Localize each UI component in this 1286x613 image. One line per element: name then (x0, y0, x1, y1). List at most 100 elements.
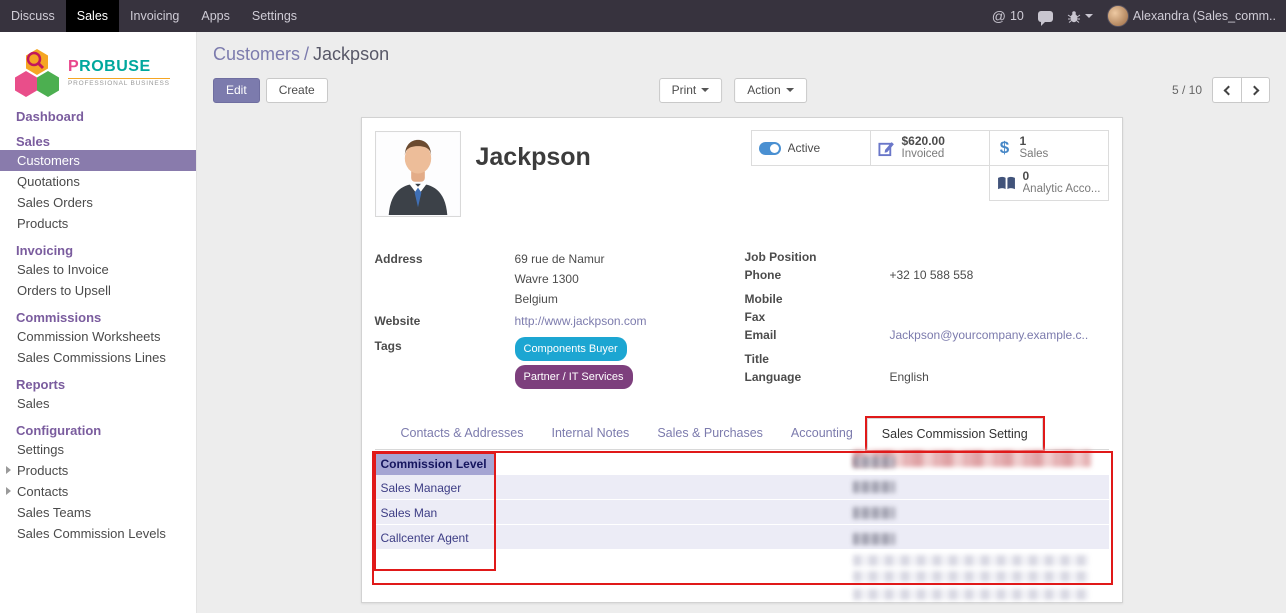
field-phone: Phone +32 10 588 558 (745, 267, 1109, 284)
customer-photo[interactable] (375, 131, 461, 217)
sidebar-item-sales-commission-levels[interactable]: Sales Commission Levels (0, 523, 196, 544)
tab-sales-commission-setting[interactable]: Sales Commission Setting (867, 418, 1043, 450)
expand-arrow-icon (6, 487, 11, 495)
field-website: Website http://www.jackpson.com (375, 311, 745, 331)
table-row-sales-man[interactable]: Sales Man (375, 500, 1109, 525)
bug-icon (1067, 10, 1081, 23)
sidebar-item-config-products[interactable]: Products (0, 460, 196, 481)
sidebar-item-commission-worksheets[interactable]: Commission Worksheets (0, 326, 196, 347)
address-line: Wavre 1300 (515, 269, 605, 289)
sidebar-header-sales[interactable]: Sales (0, 133, 196, 150)
redacted-cell (853, 481, 895, 493)
main-content: Customers/Jackpson Edit Create Print Act… (197, 32, 1286, 613)
tab-sales-purchases[interactable]: Sales & Purchases (643, 418, 777, 449)
redacted-cell (853, 507, 895, 519)
sidebar: PROBUSE PROFESSIONAL BUSINESS Dashboard … (0, 32, 197, 613)
phone-value: +32 10 588 558 (890, 267, 974, 284)
sidebar-header-invoicing[interactable]: Invoicing (0, 242, 196, 259)
stat-value: 0 (1023, 169, 1101, 183)
topbar-right-cluster: @ 10 Alexandra (Sales_comm.. (992, 0, 1286, 32)
sidebar-item-sales-commissions-lines[interactable]: Sales Commissions Lines (0, 347, 196, 368)
sidebar-item-products[interactable]: Products (0, 213, 196, 234)
job-position-label: Job Position (745, 249, 890, 266)
sidebar-item-settings[interactable]: Settings (0, 439, 196, 460)
sidebar-nav: Dashboard Sales Customers Quotations Sal… (0, 108, 196, 544)
sidebar-header-dashboard[interactable]: Dashboard (0, 108, 196, 125)
activities-menu[interactable]: @ 10 (992, 8, 1024, 24)
debug-menu[interactable] (1067, 10, 1093, 23)
pager: 5 / 10 (1172, 77, 1270, 103)
app-logo[interactable]: PROBUSE PROFESSIONAL BUSINESS (14, 46, 186, 98)
stat-label: Invoiced (902, 148, 945, 162)
sidebar-item-config-contacts[interactable]: Contacts (0, 481, 196, 502)
website-label: Website (375, 311, 515, 331)
stat-button-sales[interactable]: $ 1 Sales (989, 130, 1109, 166)
sidebar-header-commissions[interactable]: Commissions (0, 309, 196, 326)
form-fields: Address 69 rue de Namur Wavre 1300 Belgi… (375, 249, 1109, 394)
messages-menu[interactable] (1038, 11, 1053, 22)
sidebar-item-label: Contacts (17, 484, 68, 499)
button-row: Edit Create Print Action 5 / 10 (213, 77, 1270, 103)
user-name: Alexandra (Sales_comm.. (1133, 9, 1276, 23)
user-menu[interactable]: Alexandra (Sales_comm.. (1107, 5, 1276, 27)
person-avatar-icon (377, 133, 459, 215)
redacted-cell (853, 456, 895, 468)
breadcrumb: Customers/Jackpson (213, 44, 1270, 65)
edit-button[interactable]: Edit (213, 78, 260, 103)
stat-button-invoiced[interactable]: $620.00 Invoiced (870, 130, 990, 166)
menu-settings[interactable]: Settings (241, 0, 308, 32)
menu-invoicing[interactable]: Invoicing (119, 0, 190, 32)
website-link[interactable]: http://www.jackpson.com (515, 311, 647, 331)
menu-discuss[interactable]: Discuss (0, 0, 66, 32)
table-row-sales-manager[interactable]: Sales Manager (375, 475, 1109, 500)
sidebar-header-configuration[interactable]: Configuration (0, 422, 196, 439)
sidebar-item-reports-sales[interactable]: Sales (0, 393, 196, 414)
phone-label: Phone (745, 267, 890, 284)
sidebar-item-sales-to-invoice[interactable]: Sales to Invoice (0, 259, 196, 280)
tab-internal-notes[interactable]: Internal Notes (537, 418, 643, 449)
pager-previous-button[interactable] (1212, 77, 1241, 103)
email-label: Email (745, 327, 890, 344)
column-header-commission-level[interactable]: Commission Level (375, 453, 495, 475)
breadcrumb-customers[interactable]: Customers (213, 44, 300, 64)
print-dropdown[interactable]: Print (659, 78, 723, 103)
chevron-left-icon (1223, 85, 1233, 95)
field-email: Email Jackpson@yourcompany.example.c.. (745, 327, 1109, 344)
control-panel: Customers/Jackpson Edit Create Print Act… (197, 32, 1286, 103)
email-link[interactable]: Jackpson@yourcompany.example.c.. (890, 327, 1089, 344)
create-button[interactable]: Create (266, 78, 328, 103)
stat-button-analytic-accounts[interactable]: 0 Analytic Acco... (989, 165, 1109, 201)
tab-bar: Contacts & Addresses Internal Notes Sale… (375, 418, 1109, 450)
action-dropdown[interactable]: Action (734, 78, 806, 103)
tag-partner-it-services[interactable]: Partner / IT Services (515, 365, 633, 389)
redacted-cell (853, 555, 1089, 566)
field-mobile: Mobile (745, 291, 1109, 308)
tag-components-buyer[interactable]: Components Buyer (515, 337, 627, 361)
stat-button-active[interactable]: Active (751, 130, 871, 166)
pager-counter: 5 / 10 (1172, 83, 1202, 97)
menu-sales[interactable]: Sales (66, 0, 119, 32)
sidebar-item-sales-orders[interactable]: Sales Orders (0, 192, 196, 213)
breadcrumb-current: Jackpson (313, 44, 389, 64)
sidebar-item-orders-to-upsell[interactable]: Orders to Upsell (0, 280, 196, 301)
sidebar-item-sales-teams[interactable]: Sales Teams (0, 502, 196, 523)
action-group: Print Action (659, 78, 807, 103)
address-line: 69 rue de Namur (515, 249, 605, 269)
menu-apps[interactable]: Apps (190, 0, 241, 32)
pager-next-button[interactable] (1241, 77, 1270, 103)
tab-accounting[interactable]: Accounting (777, 418, 867, 449)
address-line: Belgium (515, 289, 605, 309)
tags-label: Tags (375, 336, 515, 392)
field-address: Address 69 rue de Namur Wavre 1300 Belgi… (375, 249, 745, 309)
table-row-callcenter-agent[interactable]: Callcenter Agent (375, 525, 1109, 550)
fax-label: Fax (745, 309, 890, 326)
redacted-cell (853, 589, 1089, 600)
expand-arrow-icon (6, 466, 11, 474)
sidebar-header-reports[interactable]: Reports (0, 376, 196, 393)
tab-contacts-addresses[interactable]: Contacts & Addresses (387, 418, 538, 449)
sidebar-item-quotations[interactable]: Quotations (0, 171, 196, 192)
stat-label: Sales (1020, 148, 1049, 162)
sidebar-item-customers[interactable]: Customers (0, 150, 196, 171)
toggle-on-icon (759, 142, 781, 155)
stat-value: 1 (1020, 134, 1049, 148)
